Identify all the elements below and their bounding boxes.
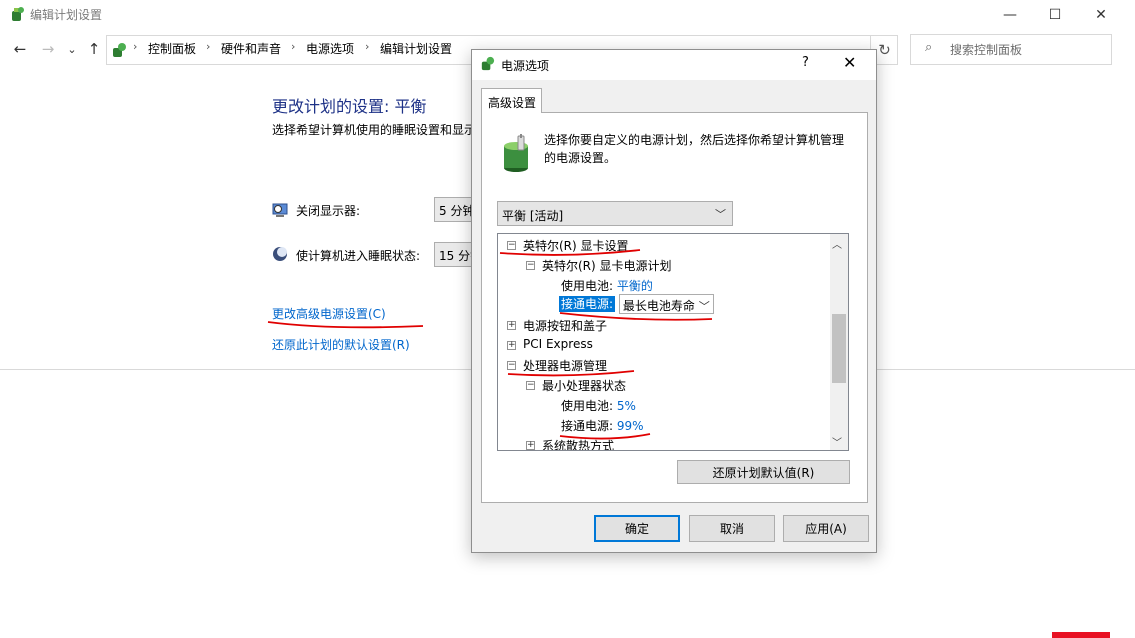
control-panel-icon bbox=[110, 41, 128, 59]
chevron-down-icon: ﹀ bbox=[715, 208, 726, 221]
breadcrumb-power-options[interactable]: 电源选项 bbox=[306, 40, 354, 57]
dialog-close-button[interactable]: ✕ bbox=[843, 53, 856, 72]
tree-item-pci-express[interactable]: PCI Express bbox=[523, 337, 593, 351]
plugged-in-select[interactable]: 最长电池寿命 ﹀ bbox=[618, 294, 714, 314]
page-description: 选择希望计算机使用的睡眠设置和显示 bbox=[272, 123, 477, 137]
close-button[interactable]: ✕ bbox=[1078, 0, 1124, 30]
expand-icon[interactable]: + bbox=[507, 341, 516, 350]
plugged-in-label: 接通电源: bbox=[559, 295, 616, 312]
breadcrumb-hardware-sound[interactable]: 硬件和声音 bbox=[221, 40, 281, 57]
expand-icon[interactable]: + bbox=[507, 321, 516, 330]
back-button[interactable]: ← bbox=[10, 38, 30, 60]
collapse-icon[interactable]: − bbox=[507, 361, 516, 370]
breadcrumb-control-panel[interactable]: 控制面板 bbox=[148, 40, 196, 57]
advanced-settings-link[interactable]: 更改高级电源设置(C) bbox=[272, 305, 386, 322]
tree-setting-row[interactable]: 接通电源: 99% bbox=[561, 417, 644, 434]
scroll-up-icon[interactable]: ︿ bbox=[832, 236, 842, 251]
sleep-label: 使计算机进入睡眠状态: bbox=[296, 249, 421, 263]
cpu-plugged-value: 99% bbox=[616, 419, 644, 433]
power-options-icon bbox=[8, 5, 26, 23]
search-icon: ⌕ bbox=[925, 40, 933, 55]
expand-icon[interactable]: + bbox=[526, 441, 535, 450]
sleep-select[interactable]: 15 分钟 bbox=[434, 242, 472, 267]
help-button[interactable]: ? bbox=[802, 55, 809, 70]
display-off-label: 关闭显示器: bbox=[296, 204, 361, 218]
chevron-down-icon: ﹀ bbox=[698, 300, 710, 313]
tree-item-cpu-power[interactable]: 处理器电源管理 bbox=[523, 357, 607, 374]
battery-label: 使用电池: bbox=[561, 279, 614, 293]
dialog-description: 选择你要自定义的电源计划，然后选择你希望计算机管理的电源设置。 bbox=[544, 133, 845, 165]
tree-item-graphics[interactable]: 英特尔(R) 显卡设置 bbox=[523, 237, 629, 254]
up-button[interactable]: ↑ bbox=[84, 38, 104, 60]
ok-button[interactable]: 确定 bbox=[594, 515, 680, 542]
cancel-button[interactable]: 取消 bbox=[689, 515, 775, 542]
recent-locations-icon[interactable]: ⌄ bbox=[64, 38, 80, 60]
battery-plug-icon bbox=[500, 134, 536, 174]
underline-annotation bbox=[267, 321, 424, 329]
collapse-icon[interactable]: − bbox=[526, 261, 535, 270]
tree-setting-row[interactable]: 使用电池: 平衡的 bbox=[561, 277, 653, 294]
window-title: 编辑计划设置 bbox=[30, 8, 103, 22]
scrollbar-thumb[interactable] bbox=[832, 314, 846, 383]
title-bar bbox=[0, 0, 1135, 30]
maximize-button[interactable]: ☐ bbox=[1032, 0, 1078, 30]
breadcrumb-separator-icon: › bbox=[133, 40, 138, 53]
tree-item-min-cpu[interactable]: 最小处理器状态 bbox=[542, 377, 626, 394]
forward-button[interactable]: → bbox=[38, 38, 58, 60]
dialog-title: 电源选项 bbox=[501, 59, 550, 73]
collapse-icon[interactable]: − bbox=[507, 241, 516, 250]
sleep-moon-icon bbox=[272, 246, 288, 262]
tab-advanced-settings[interactable]: 高级设置 bbox=[481, 88, 542, 113]
breadcrumb-separator-icon: › bbox=[291, 40, 296, 53]
breadcrumb-separator-icon: › bbox=[365, 40, 370, 53]
plan-select-value: 平衡 [活动] bbox=[502, 209, 564, 223]
tree-setting-row-selected[interactable]: 接通电源: 最长电池寿命 ﹀ bbox=[559, 294, 714, 314]
tree-item-buttons-lid[interactable]: 电源按钮和盖子 bbox=[523, 317, 607, 334]
power-options-icon bbox=[479, 55, 496, 72]
taskbar-indicator bbox=[1052, 632, 1110, 638]
plan-select[interactable]: 平衡 [活动] ﹀ bbox=[497, 201, 733, 226]
plugged-in-value: 最长电池寿命 bbox=[622, 299, 695, 313]
display-off-select[interactable]: 5 分钟 bbox=[434, 197, 472, 222]
cpu-plugged-label: 接通电源: bbox=[561, 419, 614, 433]
apply-button[interactable]: 应用(A) bbox=[783, 515, 869, 542]
scroll-down-icon[interactable]: ﹀ bbox=[832, 434, 842, 449]
breadcrumb-edit-plan[interactable]: 编辑计划设置 bbox=[380, 40, 452, 57]
cpu-battery-label: 使用电池: bbox=[561, 399, 614, 413]
minimize-button[interactable]: — bbox=[987, 0, 1033, 30]
battery-value: 平衡的 bbox=[616, 279, 653, 293]
collapse-icon[interactable]: − bbox=[526, 381, 535, 390]
breadcrumb-separator-icon: › bbox=[206, 40, 211, 53]
tree-item-cooling[interactable]: 系统散热方式 bbox=[542, 437, 614, 450]
tree-item-graphics-plan[interactable]: 英特尔(R) 显卡电源计划 bbox=[542, 257, 672, 274]
restore-plan-defaults-button[interactable]: 还原计划默认值(R) bbox=[677, 460, 850, 484]
search-placeholder: 搜索控制面板 bbox=[950, 43, 1023, 57]
restore-defaults-link[interactable]: 还原此计划的默认设置(R) bbox=[272, 336, 410, 353]
cpu-battery-value: 5% bbox=[616, 399, 636, 413]
page-title: 更改计划的设置: 平衡 bbox=[272, 97, 427, 116]
tree-setting-row[interactable]: 使用电池: 5% bbox=[561, 397, 636, 414]
settings-tree[interactable]: − 英特尔(R) 显卡设置 − 英特尔(R) 显卡电源计划 使用电池: 平衡的 … bbox=[497, 233, 849, 451]
monitor-clock-icon bbox=[272, 202, 288, 218]
